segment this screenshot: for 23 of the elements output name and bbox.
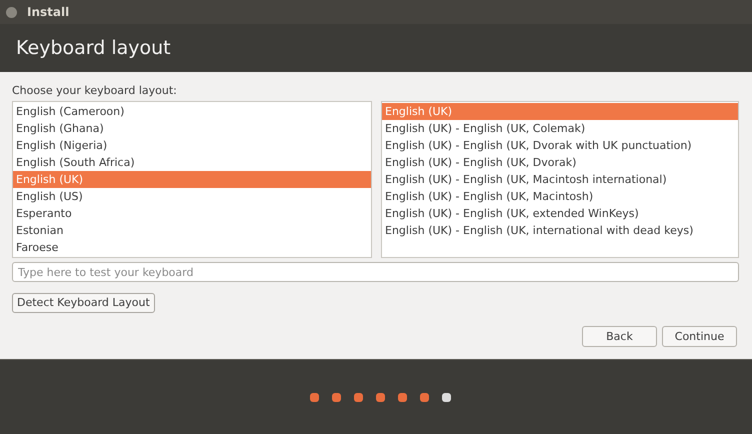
list-item[interactable]: English (UK) - English (UK, Colemak)	[382, 120, 738, 137]
list-item[interactable]: English (UK) - English (UK, Dvorak)	[382, 154, 738, 171]
detect-layout-button[interactable]: Detect Keyboard Layout	[12, 293, 155, 314]
page-title: Keyboard layout	[16, 36, 171, 61]
window-title: Install	[27, 4, 70, 21]
back-button[interactable]: Back	[582, 326, 657, 348]
list-item[interactable]: English (Cameroon)	[13, 103, 371, 120]
list-item[interactable]: English (Ghana)	[13, 120, 371, 137]
list-item[interactable]: English (UK) - English (UK, international with dead keys)	[382, 222, 738, 239]
prompt-label: Choose your keyboard layout:	[12, 84, 178, 98]
close-icon[interactable]	[6, 6, 17, 18]
list-item[interactable]: English (UK) - English (UK, Macintosh international)	[382, 171, 738, 188]
test-input-field[interactable]: Type here to test your keyboard	[12, 262, 739, 282]
list-item[interactable]: English (UK) - English (UK, extended WinKeys)	[382, 205, 738, 222]
list-item[interactable]: English (UK) - English (UK, Macintosh)	[382, 188, 738, 205]
list-item[interactable]: Esperanto	[13, 205, 371, 222]
list-item[interactable]: English (Nigeria)	[13, 137, 371, 154]
list-item[interactable]: English (UK) - English (UK, Dvorak with UK punctuation)	[382, 137, 738, 154]
list-item[interactable]: Estonian	[13, 222, 371, 239]
list-item[interactable]: Faroese	[13, 239, 371, 256]
list-item[interactable]: English (South Africa)	[13, 154, 371, 171]
continue-button[interactable]: Continue	[662, 326, 737, 348]
list-item[interactable]: English (US)	[13, 188, 371, 205]
